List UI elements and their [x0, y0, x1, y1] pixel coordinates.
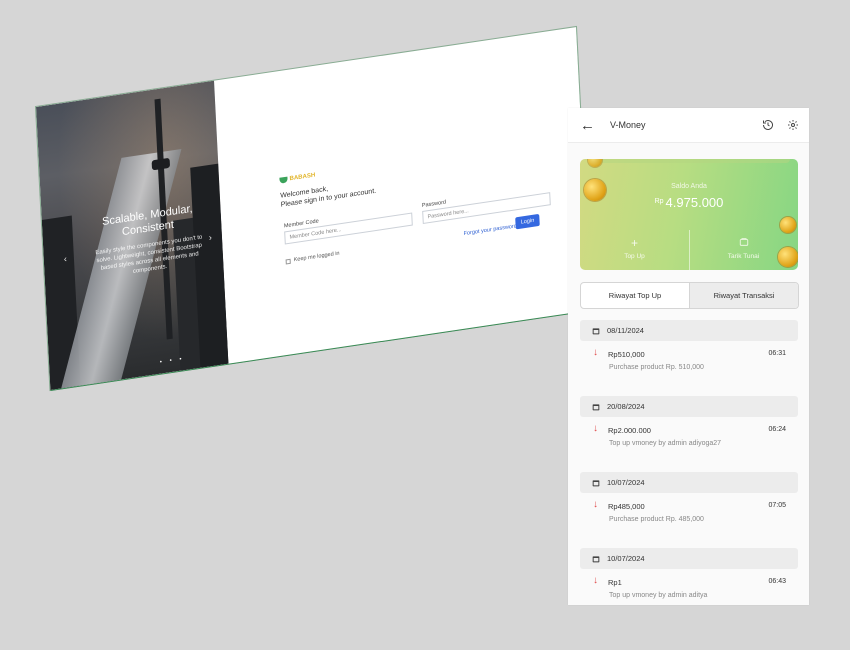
top-up-button[interactable]: + Top Up: [580, 237, 689, 260]
wallet-icon: [689, 237, 798, 249]
keep-logged-in-checkbox[interactable]: Keep me logged in: [285, 251, 340, 265]
transaction-description: Top up vmoney by admin aditya: [609, 592, 708, 599]
transaction-row[interactable]: ↓ Rp1 06:43 Top up vmoney by admin adity…: [580, 569, 798, 605]
forgot-password-link[interactable]: Forgot your password?: [463, 223, 520, 237]
transaction-amount: Rp510,000: [608, 350, 645, 359]
date-header: 10/07/2024: [580, 472, 798, 493]
calendar-icon: [592, 479, 600, 486]
carousel-next-icon[interactable]: ›: [209, 232, 213, 242]
page-title: V-Money: [610, 120, 646, 130]
transaction-amount: Rp485,000: [608, 502, 645, 511]
login-form-panel: BABASH Welcome back, Please sign in to y…: [214, 27, 590, 364]
vmoney-screen: ← V-Money Saldo Anda Rp 4.975.000 + Top U…: [568, 108, 809, 605]
transaction-row[interactable]: ↓ Rp2.000.000 06:24 Top up vmoney by adm…: [580, 417, 798, 472]
gear-icon[interactable]: [787, 119, 799, 131]
hero-panel: Scalable, Modular, Consistent Easily sty…: [36, 80, 229, 390]
login-button[interactable]: Login: [515, 213, 540, 230]
tab-riwayat-top-up[interactable]: Riwayat Top Up: [581, 283, 689, 308]
transaction-description: Purchase product Rp. 510,000: [609, 364, 704, 371]
date-header: 10/07/2024: [580, 548, 798, 569]
transaction-history: 08/11/2024 ↓ Rp510,000 06:31 Purchase pr…: [580, 320, 798, 605]
transaction-time: 06:24: [768, 426, 786, 433]
arrow-down-icon: ↓: [593, 499, 598, 510]
welcome-text: Welcome back, Please sign in to your acc…: [280, 185, 377, 209]
brand-logo: BABASH: [279, 172, 315, 184]
transaction-time: 06:31: [768, 350, 786, 357]
history-tabs: Riwayat Top Up Riwayat Transaksi: [580, 282, 799, 309]
history-group: 10/07/2024 ↓ Rp1 06:43 Top up vmoney by …: [580, 548, 798, 605]
withdraw-button[interactable]: Tarik Tunai: [689, 237, 798, 260]
carousel-prev-icon[interactable]: ‹: [64, 254, 68, 264]
tab-riwayat-transaksi[interactable]: Riwayat Transaksi: [689, 283, 798, 308]
transaction-amount: Rp1: [608, 578, 622, 587]
history-icon[interactable]: [762, 119, 774, 131]
login-mockup: Scalable, Modular, Consistent Easily sty…: [36, 27, 591, 391]
history-group: 10/07/2024 ↓ Rp485,000 07:05 Purchase pr…: [580, 472, 798, 548]
balance-card: Saldo Anda Rp 4.975.000 + Top Up Tarik Tu…: [580, 159, 798, 270]
back-arrow-icon[interactable]: ←: [580, 117, 610, 134]
plus-icon: +: [630, 236, 638, 250]
history-group: 20/08/2024 ↓ Rp2.000.000 06:24 Top up vm…: [580, 396, 798, 472]
arrow-down-icon: ↓: [593, 347, 598, 358]
transaction-description: Top up vmoney by admin adiyoga27: [609, 440, 722, 447]
calendar-icon: [592, 555, 600, 562]
transaction-row[interactable]: ↓ Rp485,000 07:05 Purchase product Rp. 4…: [580, 493, 798, 548]
arrow-down-icon: ↓: [593, 423, 598, 434]
calendar-icon: [592, 403, 600, 410]
balance-label: Saldo Anda: [671, 183, 707, 190]
app-header: ← V-Money: [568, 108, 809, 143]
coin-icon: [780, 217, 796, 233]
coin-icon: [588, 159, 602, 167]
transaction-description: Purchase product Rp. 485,000: [609, 516, 704, 523]
arrow-down-icon: ↓: [593, 575, 598, 586]
history-group: 08/11/2024 ↓ Rp510,000 06:31 Purchase pr…: [580, 320, 798, 396]
transaction-row[interactable]: ↓ Rp510,000 06:31 Purchase product Rp. 5…: [580, 341, 798, 396]
member-code-input[interactable]: Member Code here...: [284, 212, 413, 245]
transaction-time: 07:05: [768, 502, 786, 509]
balance-amount: Rp 4.975.000: [654, 195, 724, 210]
date-header: 08/11/2024: [580, 320, 798, 341]
calendar-icon: [592, 327, 600, 334]
date-header: 20/08/2024: [580, 396, 798, 417]
transaction-time: 06:43: [768, 578, 786, 585]
transaction-amount: Rp2.000.000: [608, 426, 651, 435]
